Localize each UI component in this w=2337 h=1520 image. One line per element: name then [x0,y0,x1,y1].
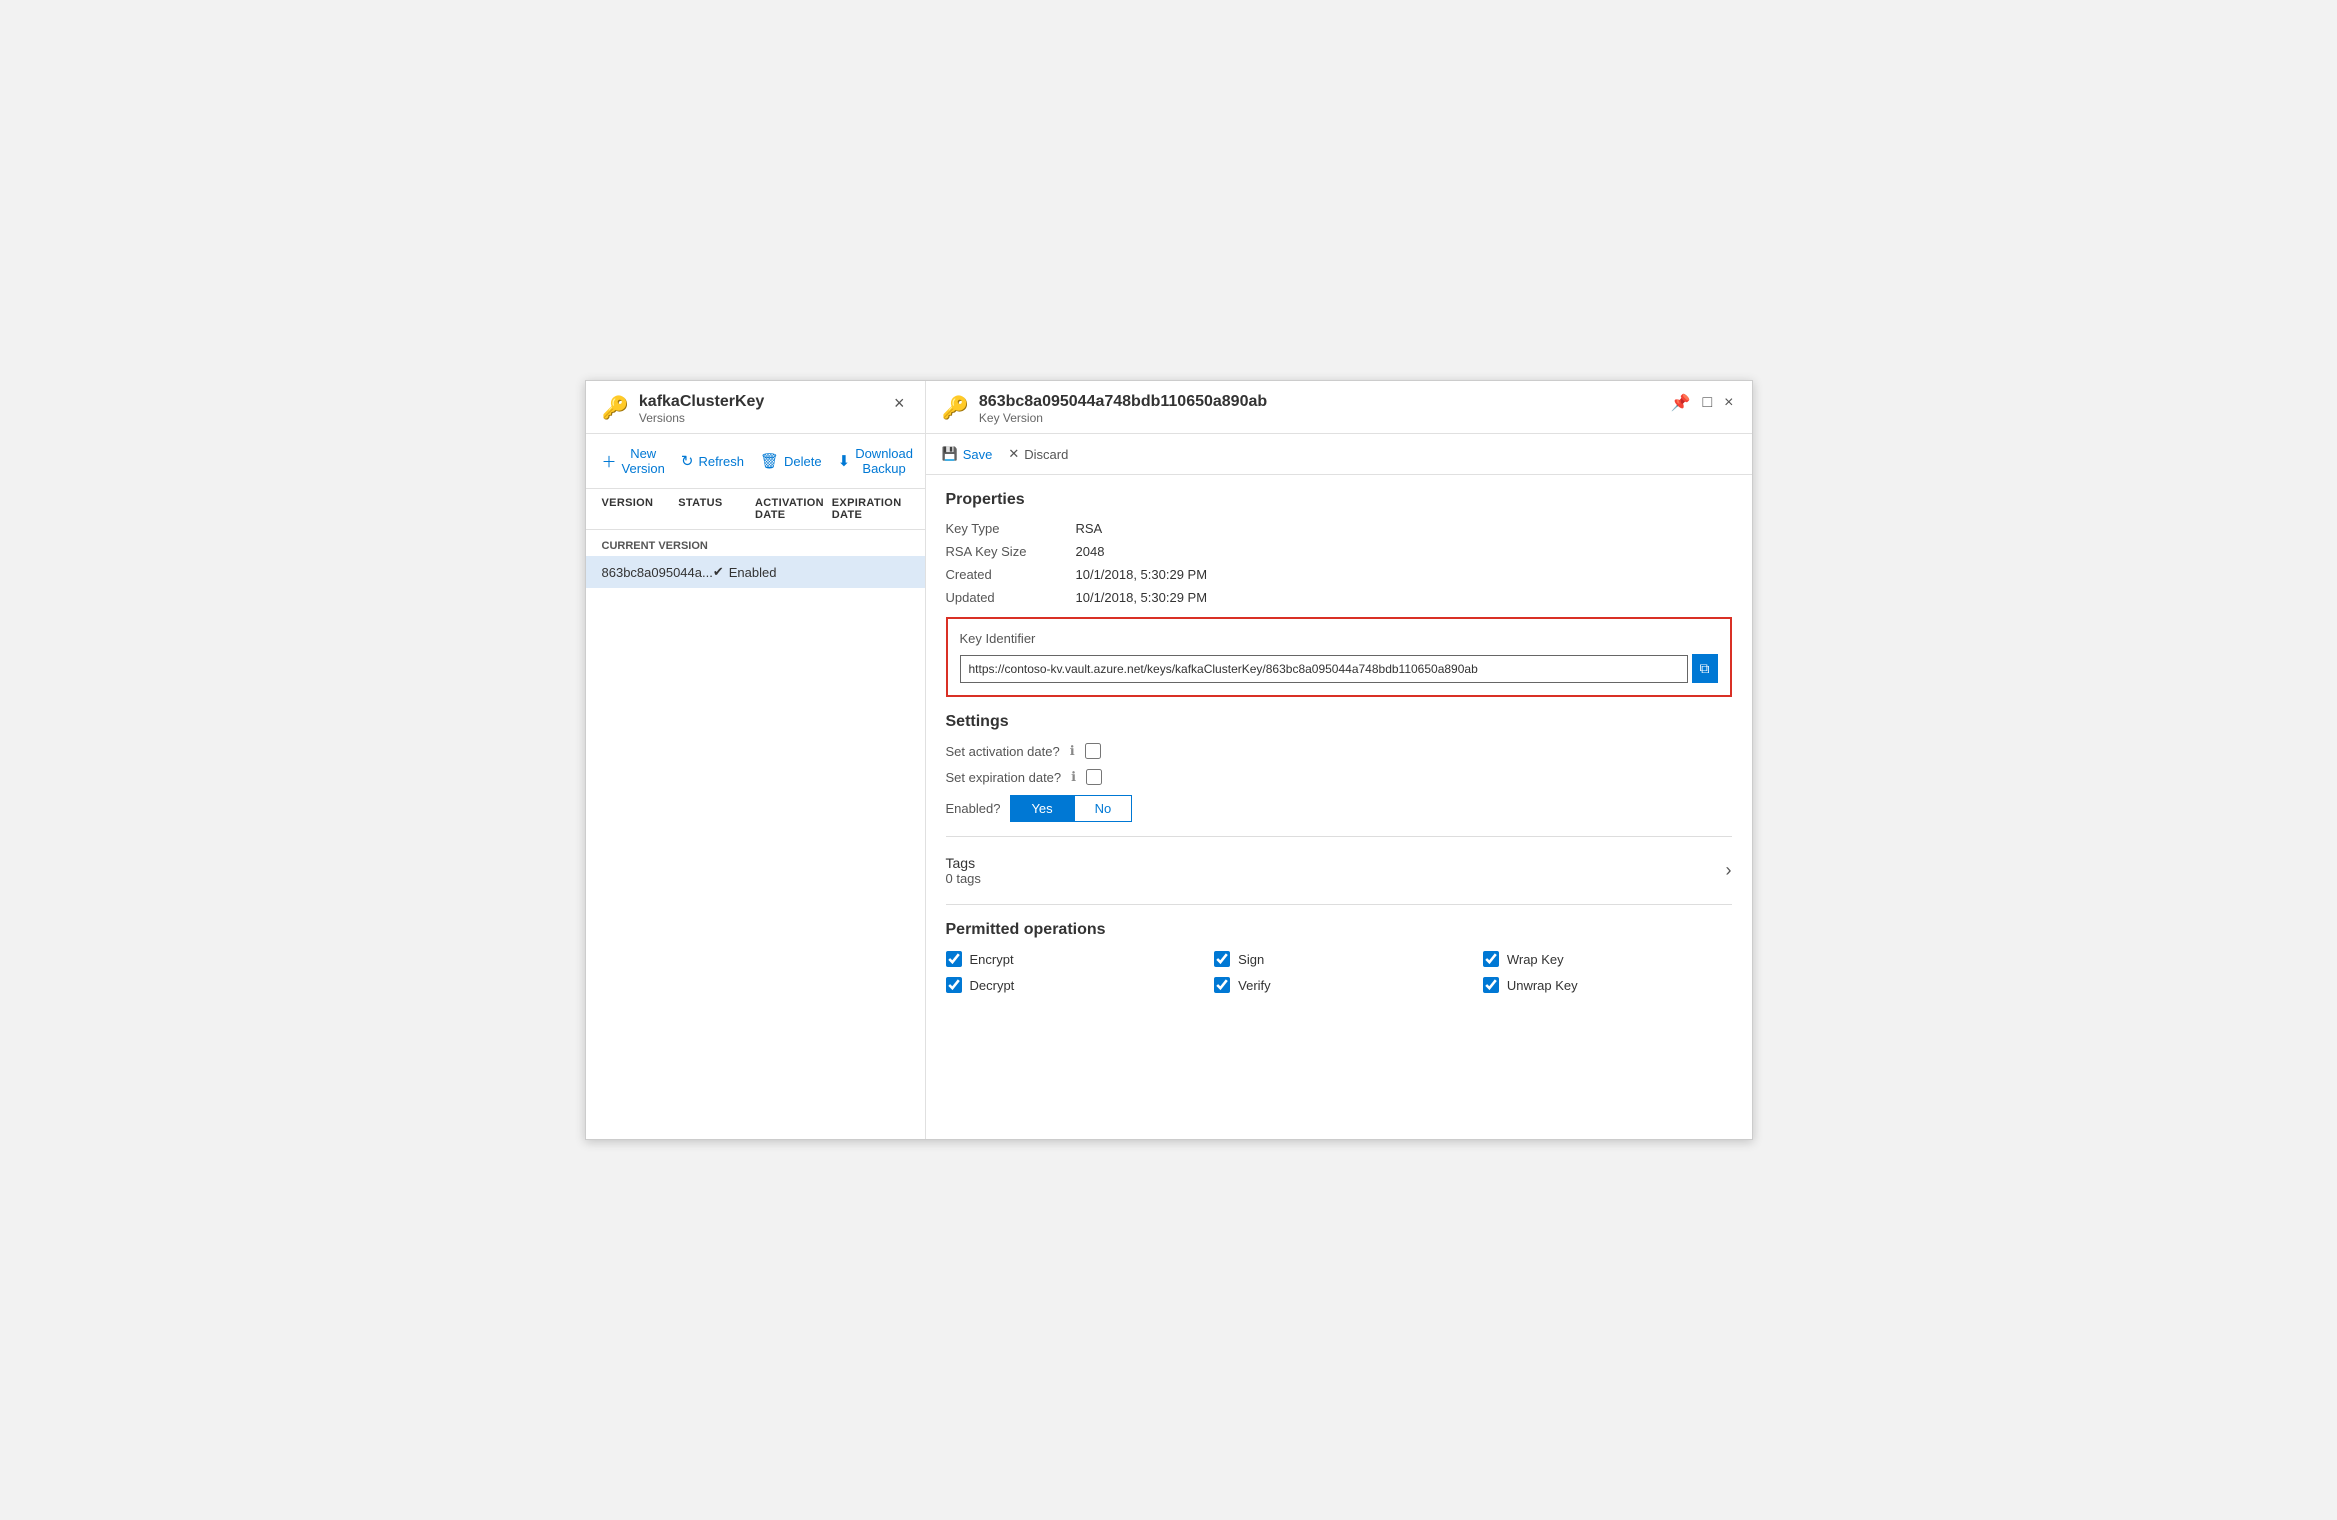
left-panel-close-button[interactable]: × [890,393,909,414]
settings-title: Settings [946,713,1732,731]
permitted-operations-grid: Encrypt Sign Wrap Key Decrypt Verify [946,951,1732,993]
col-header-activation: ACTIVATION DATE [755,497,832,521]
wrap-key-label: Wrap Key [1507,952,1564,967]
key-icon-right: 🔑 [942,395,969,421]
download-backup-label: Download Backup [855,446,913,476]
save-label: Save [963,447,993,462]
property-rsa-key-size: RSA Key Size 2048 [946,544,1732,559]
left-panel: 🔑 kafkaClusterKey Versions × ＋ New Versi… [586,381,926,1139]
activation-date-row: Set activation date? ℹ [946,743,1732,759]
op-item-encrypt: Encrypt [946,951,1195,967]
key-icon-left: 🔑 [602,395,629,421]
activation-date-checkbox[interactable] [1085,743,1101,759]
key-identifier-label: Key Identifier [960,631,1718,646]
new-version-label: New Version [622,446,665,476]
col-header-status: STATUS [678,497,755,521]
activation-info-icon: ℹ [1070,743,1075,759]
wrap-key-checkbox[interactable] [1483,951,1499,967]
col-header-version: VERSION [602,497,679,521]
checkmark-icon: ✔ [713,564,724,580]
sign-checkbox[interactable] [1214,951,1230,967]
download-icon: ⬇ [838,452,851,470]
op-item-sign: Sign [1214,951,1463,967]
plus-icon: ＋ [602,451,617,472]
new-version-button[interactable]: ＋ New Version [602,444,665,478]
left-panel-title: kafkaClusterKey [639,393,764,411]
decrypt-label: Decrypt [970,978,1015,993]
discard-icon: ✕ [1008,446,1019,462]
save-icon: 💾 [942,446,958,462]
pin-button[interactable]: 📌 [1669,393,1693,413]
chevron-right-icon: › [1726,860,1732,881]
sign-label: Sign [1238,952,1264,967]
op-item-decrypt: Decrypt [946,977,1195,993]
delete-label: Delete [784,454,822,469]
enabled-row: Enabled? Yes No [946,795,1732,822]
op-item-unwrap-key: Unwrap Key [1483,977,1732,993]
current-version-label: CURRENT VERSION [586,530,925,556]
right-panel-close-button[interactable]: × [1722,394,1735,412]
expiration-info-icon: ℹ [1071,769,1076,785]
row-status: ✔ Enabled [713,564,778,580]
maximize-button[interactable]: □ [1700,394,1714,412]
tags-label: Tags [946,855,981,871]
copy-icon: ⧉ [1700,660,1710,677]
property-key-type: Key Type RSA [946,521,1732,536]
right-panel-header: 🔑 863bc8a095044a748bdb110650a890ab Key V… [926,381,1752,434]
op-item-verify: Verify [1214,977,1463,993]
unwrap-key-label: Unwrap Key [1507,978,1578,993]
decrypt-checkbox[interactable] [946,977,962,993]
enabled-yes-button[interactable]: Yes [1010,795,1073,822]
divider-1 [946,836,1732,837]
verify-checkbox[interactable] [1214,977,1230,993]
right-toolbar: 💾 Save ✕ Discard [926,434,1752,475]
refresh-icon: ↻ [681,452,694,470]
table-header: VERSION STATUS ACTIVATION DATE EXPIRATIO… [586,489,925,530]
enabled-toggle: Yes No [1010,795,1132,822]
save-button[interactable]: 💾 Save [942,444,993,464]
unwrap-key-checkbox[interactable] [1483,977,1499,993]
right-panel-title: 863bc8a095044a748bdb110650a890ab [979,393,1267,411]
right-content: Properties Key Type RSA RSA Key Size 204… [926,475,1752,1139]
enabled-no-button[interactable]: No [1074,795,1133,822]
op-item-wrap-key: Wrap Key [1483,951,1732,967]
right-panel: 🔑 863bc8a095044a748bdb110650a890ab Key V… [926,381,1752,1139]
refresh-button[interactable]: ↻ Refresh [681,450,744,472]
tags-count: 0 tags [946,871,981,886]
key-identifier-input[interactable] [960,655,1688,683]
expiration-date-row: Set expiration date? ℹ [946,769,1732,785]
table-row[interactable]: 863bc8a095044a... ✔ Enabled [586,556,925,588]
left-panel-header: 🔑 kafkaClusterKey Versions × [586,381,925,434]
copy-key-identifier-button[interactable]: ⧉ [1692,654,1718,683]
left-panel-subtitle: Versions [639,411,764,425]
refresh-label: Refresh [698,454,744,469]
row-version: 863bc8a095044a... [602,565,713,580]
col-header-expiration: EXPIRATION DATE [832,497,909,521]
property-updated: Updated 10/1/2018, 5:30:29 PM [946,590,1732,605]
divider-2 [946,904,1732,905]
delete-button[interactable]: 🗑 Delete [760,450,822,472]
property-created: Created 10/1/2018, 5:30:29 PM [946,567,1732,582]
discard-label: Discard [1024,447,1068,462]
tags-row[interactable]: Tags 0 tags › [946,851,1732,890]
right-panel-subtitle: Key Version [979,411,1267,425]
left-toolbar: ＋ New Version ↻ Refresh 🗑 Delete ⬇ Downl… [586,434,925,489]
delete-icon: 🗑 [760,452,779,470]
verify-label: Verify [1238,978,1271,993]
expiration-date-checkbox[interactable] [1086,769,1102,785]
discard-button[interactable]: ✕ Discard [1008,444,1068,464]
download-backup-button[interactable]: ⬇ Download Backup [838,444,913,478]
encrypt-checkbox[interactable] [946,951,962,967]
permitted-operations-title: Permitted operations [946,921,1732,939]
properties-title: Properties [946,491,1732,509]
key-identifier-section: Key Identifier ⧉ [946,617,1732,697]
encrypt-label: Encrypt [970,952,1014,967]
